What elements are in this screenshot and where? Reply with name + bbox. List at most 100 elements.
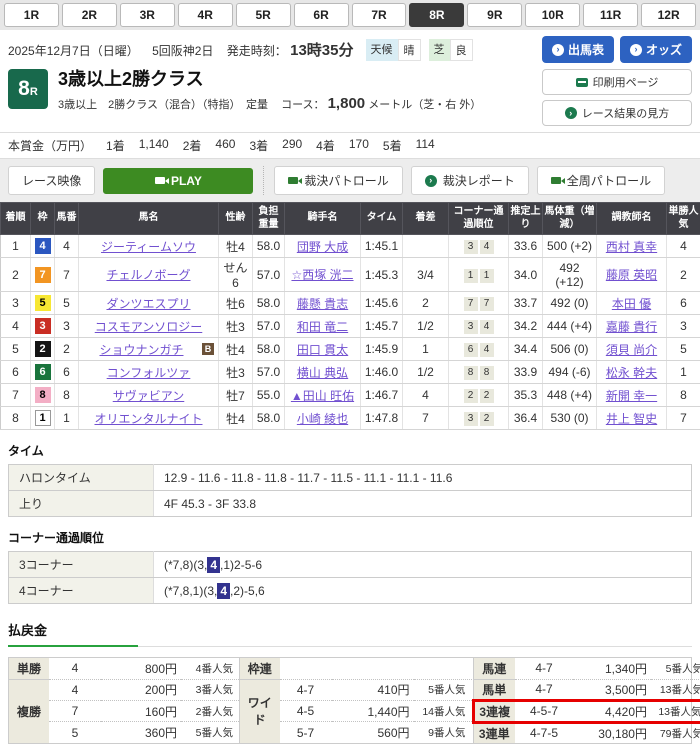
trainer-link[interactable]: 藤原 英昭	[606, 268, 657, 282]
table-row: 7 8 8 サヴァビアン 牡7 55.0 ▲田山 旺佑 1:46.7 4 22 …	[1, 384, 700, 407]
horse-weight: 506 (0)	[543, 338, 597, 361]
jockey-link[interactable]: 団野 大成	[297, 240, 348, 254]
tab-race-8-active[interactable]: 8R	[409, 3, 464, 27]
margin: 1/2	[403, 361, 449, 384]
video-button-row: レース映像 PLAY 裁決パトロール › 裁決レポート 全周パトロール	[0, 159, 700, 202]
tab-race-9[interactable]: 9R	[467, 3, 522, 27]
tab-race-6[interactable]: 6R	[294, 3, 349, 27]
trainer-link[interactable]: 嘉藤 貴行	[606, 320, 657, 334]
tab-race-2[interactable]: 2R	[62, 3, 117, 27]
jockey-link[interactable]: 和田 竜二	[297, 320, 348, 334]
corner-position: 2	[480, 389, 494, 403]
arrow-circle-icon: ›	[565, 107, 577, 119]
weight-carried: 58.0	[253, 407, 285, 430]
horse-name-link[interactable]: ショウナンガチ	[99, 343, 183, 357]
win-favorite: 3	[667, 315, 700, 338]
meeting-day: 5回阪神2日	[152, 44, 213, 58]
table-row: 6 6 6 コンフォルツァ 牡3 57.0 横山 典弘 1:46.0 1/2 8…	[1, 361, 700, 384]
horse-number: 2	[55, 338, 79, 361]
weight-carried: 58.0	[253, 338, 285, 361]
exacta-favorite-rank: 13番人気	[651, 679, 700, 700]
corner3-order: (*7,8)(3,4,1)2-5-6	[154, 552, 692, 578]
tab-race-10[interactable]: 10R	[525, 3, 580, 27]
prize-label: 本賞金（万円）	[8, 137, 92, 154]
tab-race-11[interactable]: 11R	[583, 3, 638, 27]
play-label: PLAY	[171, 174, 202, 188]
stewards-report-button[interactable]: › 裁決レポート	[411, 166, 529, 195]
payout-tables: 単勝 4 800円 4番人気 複勝 4 200円 3番人気 7 160円 2番人…	[8, 657, 692, 744]
last-3f-time: 34.4	[509, 338, 543, 361]
horse-weight: 500 (+2)	[543, 235, 597, 258]
video-camera-icon	[155, 177, 165, 184]
race-video-button[interactable]: レース映像	[8, 166, 95, 195]
stewards-patrol-button[interactable]: 裁決パトロール	[274, 166, 402, 195]
trainer-link[interactable]: 本田 優	[612, 297, 651, 311]
finish-position: 2	[1, 258, 31, 292]
tab-race-1[interactable]: 1R	[4, 3, 59, 27]
corner3-label: 3コーナー	[9, 552, 154, 578]
play-button[interactable]: PLAY	[103, 168, 253, 194]
margin: 4	[403, 384, 449, 407]
jockey-link[interactable]: 田口 貫太	[297, 343, 348, 357]
trainer-link[interactable]: 松永 幹夫	[606, 366, 657, 380]
frame-badge: 3	[35, 318, 51, 334]
print-page-button[interactable]: 印刷用ページ	[542, 69, 692, 95]
place-favorite-rank: 5番人気	[181, 722, 239, 743]
course-distance: 1,800	[328, 95, 366, 112]
trifecta-favorite-rank: 79番人気	[651, 722, 700, 743]
race-header: 8 R 3歳以上2勝クラス 3歳以上 2勝クラス（混合）（特指） 定量 コース：…	[0, 65, 700, 128]
corner-position: 8	[480, 366, 494, 380]
place-number: 7	[49, 701, 101, 722]
horse-name-link[interactable]: チェルノボーグ	[106, 268, 190, 282]
trio-label: 3連複	[473, 700, 515, 722]
horse-name-link[interactable]: ジーティームソウ	[101, 240, 196, 254]
payout-win-place-table: 単勝 4 800円 4番人気 複勝 4 200円 3番人気 7 160円 2番人…	[9, 658, 239, 743]
finish-position: 4	[1, 315, 31, 338]
sex-age: 牡3	[219, 315, 253, 338]
tab-race-4[interactable]: 4R	[178, 3, 233, 27]
jockey-link[interactable]: 藤懸 貴志	[297, 297, 348, 311]
horse-name-link[interactable]: ダンツエスプリ	[106, 297, 190, 311]
trainer-link[interactable]: 西村 真幸	[606, 240, 657, 254]
odds-button[interactable]: › オッズ	[620, 36, 692, 63]
all-round-patrol-button[interactable]: 全周パトロール	[537, 166, 665, 195]
jockey-link[interactable]: ▲田山 旺佑	[291, 389, 354, 403]
horse-name-link[interactable]: コスモアンソロジー	[95, 320, 203, 334]
col-last-3f: 推定上り	[509, 203, 543, 235]
stewards-report-label: 裁決レポート	[443, 172, 515, 189]
wide-amount: 1,440円	[332, 701, 414, 722]
col-weight-carried: 負担重量	[253, 203, 285, 235]
entries-button[interactable]: › 出馬表	[542, 36, 614, 63]
horse-name-link[interactable]: サヴァビアン	[113, 389, 185, 403]
payout-row-trifecta: 3連単 4-7-5 30,180円 79番人気	[473, 722, 700, 743]
tab-race-12[interactable]: 12R	[641, 3, 696, 27]
win-favorite: 1	[667, 361, 700, 384]
last-furlongs-value: 4F 45.3 - 3F 33.8	[154, 491, 692, 517]
race-time: 1:45.1	[361, 235, 403, 258]
quinella-label: 馬連	[473, 658, 515, 679]
race-time: 1:46.0	[361, 361, 403, 384]
tab-race-5[interactable]: 5R	[236, 3, 291, 27]
results-guide-button[interactable]: › レース結果の見方	[542, 100, 692, 126]
race-number: 8	[18, 77, 30, 101]
payout-row-win: 単勝 4 800円 4番人気	[9, 658, 239, 679]
trainer-link[interactable]: 井上 智史	[606, 412, 657, 426]
trainer-link[interactable]: 新開 幸一	[606, 389, 657, 403]
jockey-link[interactable]: ☆西塚 洸二	[291, 268, 353, 282]
trainer-link[interactable]: 須貝 尚介	[606, 343, 657, 357]
payout-row-bracket: 枠連	[240, 658, 472, 679]
jockey-link[interactable]: 横山 典弘	[297, 366, 348, 380]
arrow-circle-icon: ›	[552, 44, 564, 56]
frame-badge: 4	[35, 238, 51, 254]
horse-name-link[interactable]: オリエンタルナイト	[94, 412, 202, 426]
finish-position: 3	[1, 292, 31, 315]
horse-number: 1	[55, 407, 79, 430]
tab-race-7[interactable]: 7R	[352, 3, 407, 27]
tab-race-3[interactable]: 3R	[120, 3, 175, 27]
furlong-time-value: 12.9 - 11.6 - 11.8 - 11.8 - 11.7 - 11.5 …	[154, 465, 692, 491]
horse-name-link[interactable]: コンフォルツァ	[107, 366, 191, 380]
jockey-link[interactable]: 小崎 綾也	[297, 412, 348, 426]
weight-carried: 57.0	[253, 361, 285, 384]
race-time: 1:46.7	[361, 384, 403, 407]
horse-number: 8	[55, 384, 79, 407]
